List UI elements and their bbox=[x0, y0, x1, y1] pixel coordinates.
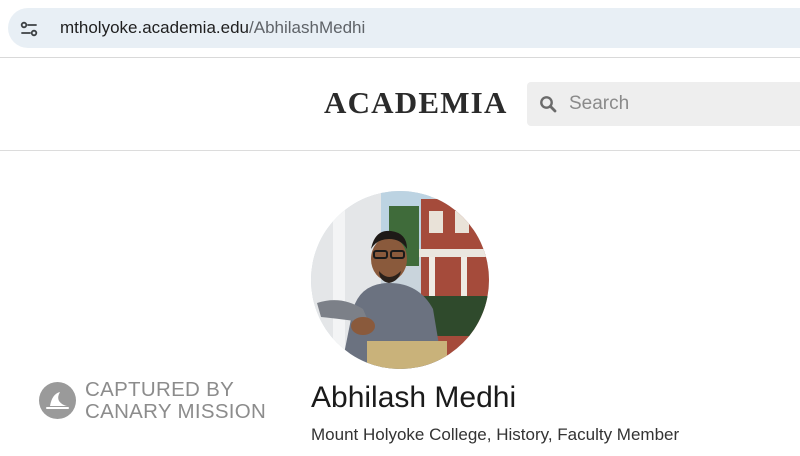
search-input[interactable] bbox=[569, 89, 789, 119]
academia-logo[interactable]: ACADEMIA bbox=[324, 85, 508, 121]
watermark-text: CAPTURED BY CANARY MISSION bbox=[85, 379, 266, 423]
address-bar[interactable]: mtholyoke.academia.edu/AbhilashMedhi bbox=[8, 8, 800, 48]
canary-mission-logo bbox=[39, 382, 76, 419]
watermark-line1: CAPTURED BY bbox=[85, 378, 235, 401]
url-path: /AbhilashMedhi bbox=[249, 18, 366, 37]
avatar-photo bbox=[311, 191, 489, 369]
profile-avatar[interactable] bbox=[311, 191, 489, 369]
watermark-line2: CANARY MISSION bbox=[85, 400, 267, 423]
search-icon bbox=[540, 96, 557, 113]
search-box[interactable] bbox=[527, 82, 800, 126]
tune-icon[interactable] bbox=[20, 20, 38, 38]
browser-toolbar: mtholyoke.academia.edu/AbhilashMedhi bbox=[0, 0, 800, 58]
profile-affiliation[interactable]: Mount Holyoke College, History, Faculty … bbox=[311, 424, 679, 446]
url-text[interactable]: mtholyoke.academia.edu/AbhilashMedhi bbox=[60, 18, 365, 38]
url-host: mtholyoke.academia.edu bbox=[60, 18, 250, 37]
site-header: ACADEMIA bbox=[0, 58, 800, 151]
profile-name: Abhilash Medhi bbox=[311, 381, 517, 414]
